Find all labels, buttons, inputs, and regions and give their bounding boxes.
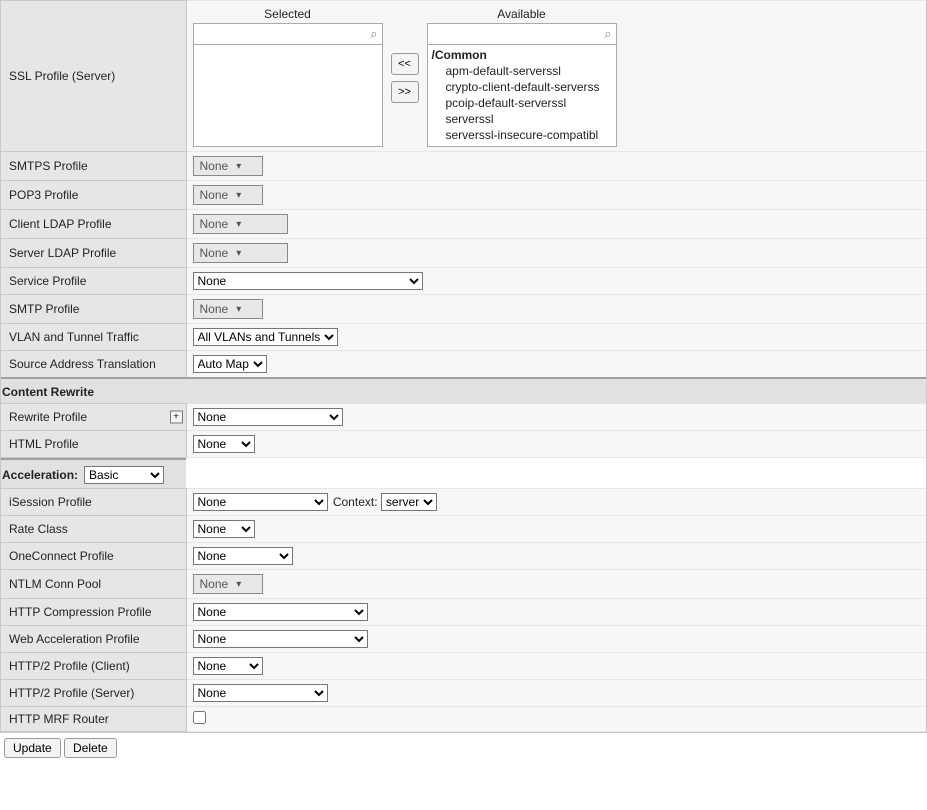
- client-ldap-profile-label: Client LDAP Profile: [1, 210, 186, 239]
- list-item[interactable]: serverssl-insecure-compatibl: [432, 127, 612, 143]
- rewrite-profile-label: Rewrite Profile +: [1, 404, 186, 431]
- available-list[interactable]: /Common apm-default-serverssl crypto-cli…: [427, 45, 617, 147]
- selected-list[interactable]: [193, 45, 383, 147]
- web-acceleration-label: Web Acceleration Profile: [1, 626, 186, 653]
- search-icon: ⌕: [366, 26, 381, 42]
- http2-client-label: HTTP/2 Profile (Client): [1, 653, 186, 680]
- rate-class-label: Rate Class: [1, 516, 186, 543]
- service-profile-select[interactable]: None: [193, 272, 423, 290]
- ntlm-conn-pool-label: NTLM Conn Pool: [1, 570, 186, 599]
- http-mrf-router-checkbox[interactable]: [193, 711, 206, 724]
- http-mrf-router-label: HTTP MRF Router: [1, 707, 186, 732]
- expand-icon[interactable]: +: [170, 411, 183, 424]
- server-ldap-profile-select[interactable]: None▾: [193, 243, 288, 263]
- http-compression-label: HTTP Compression Profile: [1, 599, 186, 626]
- http2-server-select[interactable]: None: [193, 684, 328, 702]
- available-group-common[interactable]: /Common: [432, 47, 612, 63]
- move-right-button[interactable]: >>: [391, 81, 419, 103]
- list-item[interactable]: crypto-client-default-serverss: [432, 79, 612, 95]
- ssl-profile-dual-list: Selected ⌕ << >> Available: [193, 5, 921, 147]
- move-left-button[interactable]: <<: [391, 53, 419, 75]
- http2-client-select[interactable]: None: [193, 657, 263, 675]
- chevron-down-icon: ▾: [236, 190, 241, 201]
- ntlm-conn-pool-select[interactable]: None▾: [193, 574, 263, 594]
- web-acceleration-select[interactable]: None: [193, 630, 368, 648]
- delete-button[interactable]: Delete: [64, 738, 117, 758]
- client-ldap-profile-select[interactable]: None▾: [193, 214, 288, 234]
- list-item[interactable]: serverssl-secure: [432, 143, 612, 147]
- isession-context-select[interactable]: server: [381, 493, 437, 511]
- available-header: Available: [497, 7, 545, 21]
- rate-class-select[interactable]: None: [193, 520, 255, 538]
- smtps-profile-select[interactable]: None▾: [193, 156, 263, 176]
- smtp-profile-select[interactable]: None▾: [193, 299, 263, 319]
- chevron-down-icon: ▾: [236, 248, 241, 259]
- oneconnect-profile-select[interactable]: None: [193, 547, 293, 565]
- chevron-down-icon: ▾: [236, 219, 241, 230]
- service-profile-label: Service Profile: [1, 268, 186, 295]
- http-compression-select[interactable]: None: [193, 603, 368, 621]
- acceleration-mode-select[interactable]: Basic: [84, 466, 164, 484]
- chevron-down-icon: ▾: [236, 579, 241, 590]
- search-icon: ⌕: [600, 26, 615, 42]
- chevron-down-icon: ▾: [236, 161, 241, 172]
- chevron-down-icon: ▾: [236, 304, 241, 315]
- available-search-input[interactable]: [428, 25, 601, 43]
- context-label: Context:: [333, 495, 378, 509]
- update-button[interactable]: Update: [4, 738, 61, 758]
- selected-search-input[interactable]: [194, 25, 367, 43]
- vlan-tunnel-label: VLAN and Tunnel Traffic: [1, 324, 186, 351]
- list-item[interactable]: apm-default-serverssl: [432, 63, 612, 79]
- acceleration-header: Acceleration: Basic: [1, 458, 186, 488]
- html-profile-select[interactable]: None: [193, 435, 255, 453]
- oneconnect-profile-label: OneConnect Profile: [1, 543, 186, 570]
- smtp-profile-label: SMTP Profile: [1, 295, 186, 324]
- rewrite-profile-select[interactable]: None: [193, 408, 343, 426]
- vlan-tunnel-select[interactable]: All VLANs and Tunnels: [193, 328, 338, 346]
- smtps-profile-label: SMTPS Profile: [1, 152, 186, 181]
- pop3-profile-select[interactable]: None▾: [193, 185, 263, 205]
- isession-profile-select[interactable]: None: [193, 493, 328, 511]
- ssl-profile-server-label: SSL Profile (Server): [1, 1, 186, 152]
- list-item[interactable]: serverssl: [432, 111, 612, 127]
- selected-header: Selected: [264, 7, 311, 21]
- content-rewrite-header: Content Rewrite: [1, 378, 926, 404]
- list-item[interactable]: pcoip-default-serverssl: [432, 95, 612, 111]
- isession-profile-label: iSession Profile: [1, 489, 186, 516]
- snat-label: Source Address Translation: [1, 351, 186, 379]
- snat-select[interactable]: Auto Map: [193, 355, 267, 373]
- html-profile-label: HTML Profile: [1, 431, 186, 458]
- pop3-profile-label: POP3 Profile: [1, 181, 186, 210]
- server-ldap-profile-label: Server LDAP Profile: [1, 239, 186, 268]
- http2-server-label: HTTP/2 Profile (Server): [1, 680, 186, 707]
